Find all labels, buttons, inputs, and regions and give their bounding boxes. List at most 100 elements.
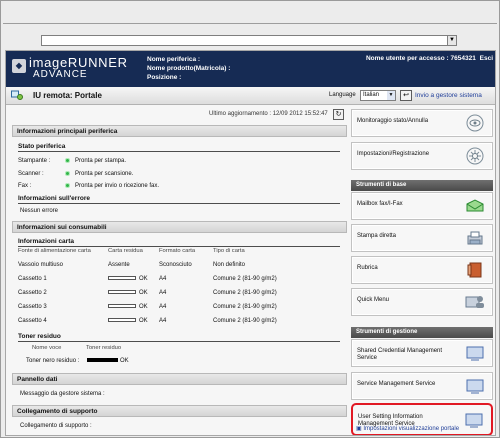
last-updated: Ultimo aggiornamento : 12/09 2012 15:52:… <box>209 111 328 117</box>
paper-level-bar: OK <box>108 290 148 296</box>
printer-status-label: Stampante : <box>18 158 51 164</box>
sidebar-item-label: Monitoraggio stato/Annulla <box>357 118 429 124</box>
error-value: Nessun errore <box>20 208 59 214</box>
portal-display-settings-link[interactable]: ▣ Impostazioni visualizzazione portale <box>356 425 459 432</box>
paper-level-bar: OK <box>108 276 148 282</box>
browser-window: ▼ ◆ imageRUNNER ADVANCE Nome periferica … <box>0 0 500 438</box>
position-label: Posizione : <box>147 74 182 81</box>
monitor-icon <box>465 413 483 428</box>
paper-source: Cassetto 2 <box>18 290 47 296</box>
printer-status-value: Pronta per stampa. <box>75 158 127 164</box>
paper-remaining: OK <box>139 276 148 282</box>
sidebar-item-status-monitor[interactable]: Monitoraggio stato/Annulla <box>351 109 493 137</box>
logout-link[interactable]: Esci <box>480 55 493 62</box>
monitor-icon <box>466 379 484 394</box>
sidebar-item-quick-menu[interactable]: Quick Menu <box>351 288 493 316</box>
status-ok-icon <box>65 171 73 178</box>
chevron-down-icon: ▼ <box>387 91 395 100</box>
paper-size: A4 <box>159 290 167 296</box>
product-name: imageRUNNER <box>29 55 128 70</box>
scanner-status-label: Scanner : <box>18 171 44 177</box>
paper-size: A4 <box>159 304 167 310</box>
refresh-button[interactable]: ↻ <box>333 109 344 120</box>
sidebar-item-settings[interactable]: Impostazioni/Registrazione <box>351 142 493 170</box>
paper-source: Cassetto 3 <box>18 304 47 310</box>
fax-status-value: Pronta per invio o ricezione fax. <box>75 183 160 189</box>
sidebar-item-direct-print[interactable]: Stampa diretta <box>351 224 493 252</box>
device-status-heading: Stato periferica <box>18 143 340 152</box>
login-info: Nome utente per accesso : 7654321 Esci <box>366 55 493 62</box>
paper-type: Comune 2 (81-90 g/m2) <box>213 290 277 296</box>
sidebar-item-mailbox[interactable]: Mailbox fax/I-Fax <box>351 192 493 220</box>
toner-value: OK <box>120 358 129 364</box>
browser-toolbar <box>1 1 499 31</box>
table-row: Cassetto 3 OK A4 Comune 2 (81-90 g/m2) <box>18 304 340 316</box>
paper-level-bar: OK <box>108 304 148 310</box>
address-field[interactable]: ▼ <box>41 35 457 46</box>
sidebar-item-shared-credential[interactable]: Shared Credential Management Service <box>351 339 493 367</box>
paper-remaining: OK <box>139 304 148 310</box>
sidebar-item-address-book[interactable]: Rubrica <box>351 256 493 284</box>
language-value: Italian <box>363 92 380 98</box>
status-ok-icon <box>65 158 73 165</box>
paper-remaining: OK <box>139 290 148 296</box>
paper-col-remaining: Carta residua <box>108 248 143 254</box>
device-header: ◆ imageRUNNER ADVANCE Nome periferica : … <box>6 51 495 87</box>
toner-heading: Toner residuo <box>18 333 340 342</box>
paper-remaining: OK <box>139 318 148 324</box>
scanner-status-value: Pronta per scansione. <box>75 171 134 177</box>
monitor-icon <box>466 346 484 361</box>
eye-icon <box>466 114 484 132</box>
send-to-admin-link[interactable]: Invio a gestore sistema <box>415 92 482 99</box>
remote-ui-page: ◆ imageRUNNER ADVANCE Nome periferica : … <box>5 50 496 436</box>
toner-col-remaining: Toner residuo <box>86 345 122 351</box>
paper-size: Sconosciuto <box>159 262 192 268</box>
sidebar-item-label: Mailbox fax/I-Fax <box>357 201 403 207</box>
support-label: Collegamento di supporto : <box>20 423 92 429</box>
paper-col-size: Formato carta <box>159 248 196 254</box>
sidebar-item-service-management[interactable]: Service Management Service <box>351 372 493 400</box>
paper-size: A4 <box>159 276 167 282</box>
page-titlebar: IU remota: Portale Language Italian ▼ ↩ … <box>6 87 495 105</box>
paper-remaining: Assente <box>108 262 130 268</box>
toner-col-name: Nome voce <box>32 345 62 351</box>
table-row: Vassoio multiuso Assente Sconosciuto Non… <box>18 262 340 274</box>
product-model-label: Nome prodotto(Matricola) : <box>147 65 231 72</box>
consumables-section: Informazioni sui consumabili <box>12 221 347 233</box>
mailbox-icon <box>466 199 484 212</box>
paper-table-header: Fonte di alimentazione carta Carta resid… <box>18 248 340 256</box>
language-select[interactable]: Italian ▼ <box>360 90 396 101</box>
sidebar-item-label: Quick Menu <box>357 297 390 303</box>
sidebar-item-label: Impostazioni/Registrazione <box>357 151 430 157</box>
paper-type: Comune 2 (81-90 g/m2) <box>213 276 277 282</box>
device-name-label: Nome periferica : <box>147 56 201 63</box>
device-info-section: Informazioni principali periferica <box>12 125 347 137</box>
toner-level: OK <box>87 358 129 364</box>
toner-row: Toner nero residuo : OK <box>18 358 340 370</box>
main-content: Ultimo aggiornamento : 12/09 2012 15:52:… <box>12 107 347 435</box>
address-book-icon <box>467 262 482 278</box>
support-section: Collegamento di supporto <box>12 405 347 417</box>
paper-source: Cassetto 4 <box>18 318 47 324</box>
language-label: Language <box>329 92 356 98</box>
dropdown-arrow-icon[interactable]: ▼ <box>447 35 457 46</box>
status-ok-icon <box>65 183 73 190</box>
basic-tools-heading: Strumenti di base <box>351 180 493 191</box>
canon-logo-icon: ◆ <box>12 59 26 73</box>
table-row: Cassetto 1 OK A4 Comune 2 (81-90 g/m2) <box>18 276 340 288</box>
paper-col-source: Fonte di alimentazione carta <box>18 248 91 254</box>
paper-level-bar: OK <box>108 318 148 324</box>
paper-source: Vassoio multiuso <box>18 262 63 268</box>
toner-table-header: Nome voce Toner residuo <box>18 345 340 353</box>
portal-display-settings-label: Impostazioni visualizzazione portale <box>363 426 460 432</box>
product-sub: ADVANCE <box>33 69 88 80</box>
language-apply-button[interactable]: ↩ <box>400 90 412 101</box>
device-info: Nome periferica : Nome prodotto(Matricol… <box>147 55 230 82</box>
sidebar-item-label: Rubrica <box>357 265 378 271</box>
sidebar-item-label: Shared Credential Management Service <box>357 348 443 361</box>
paper-source: Cassetto 1 <box>18 276 47 282</box>
user-menu-icon <box>465 296 484 308</box>
printer-icon <box>467 231 483 245</box>
login-user-value: 7654321 <box>450 55 476 62</box>
page-title: IU remota: Portale <box>33 91 102 100</box>
